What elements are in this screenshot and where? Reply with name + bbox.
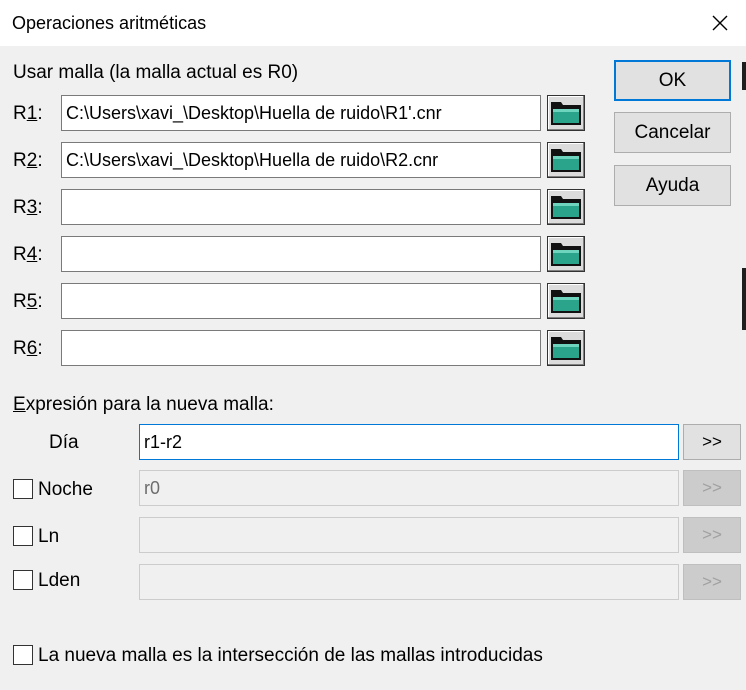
browse-button-r1[interactable] bbox=[547, 95, 585, 131]
background-window-edge bbox=[742, 62, 746, 90]
background-window-edge bbox=[742, 268, 746, 330]
close-button[interactable] bbox=[700, 6, 740, 40]
grid-path-input-r6[interactable] bbox=[61, 330, 541, 366]
grid-path-input-r5[interactable] bbox=[61, 283, 541, 319]
ln-label: Ln bbox=[38, 526, 60, 547]
grid-path-input-r4[interactable] bbox=[61, 236, 541, 272]
dia-insert-button[interactable]: >> bbox=[683, 424, 741, 460]
lden-label: Lden bbox=[38, 570, 81, 591]
grid-label-r6: R6: bbox=[13, 338, 43, 359]
folder-icon bbox=[551, 196, 581, 219]
grid-label-r3: R3: bbox=[13, 197, 43, 218]
folder-icon bbox=[551, 102, 581, 125]
grid-label-r1: R1: bbox=[13, 103, 43, 124]
expression-section-label: Expresión para la nueva malla: bbox=[13, 394, 274, 415]
window-title: Operaciones aritméticas bbox=[12, 13, 207, 33]
browse-button-r3[interactable] bbox=[547, 189, 585, 225]
lden-expression-input[interactable] bbox=[139, 564, 679, 600]
ok-button[interactable]: OK bbox=[614, 60, 731, 101]
browse-button-r4[interactable] bbox=[547, 236, 585, 272]
noche-checkbox[interactable] bbox=[13, 479, 33, 499]
dia-label: Día bbox=[49, 432, 79, 453]
ln-expression-input[interactable] bbox=[139, 517, 679, 553]
close-icon bbox=[712, 15, 728, 31]
dia-expression-input[interactable]: r1-r2 bbox=[139, 424, 679, 460]
ln-checkbox[interactable] bbox=[13, 526, 33, 546]
noche-expression-input[interactable]: r0 bbox=[139, 470, 679, 506]
grid-path-input-r2[interactable]: C:\Users\xavi_\Desktop\Huella de ruido\R… bbox=[61, 142, 541, 178]
folder-icon bbox=[551, 149, 581, 172]
folder-icon bbox=[551, 337, 581, 360]
grid-label-r5: R5: bbox=[13, 291, 43, 312]
grid-path-input-r3[interactable] bbox=[61, 189, 541, 225]
cancel-button[interactable]: Cancelar bbox=[614, 112, 731, 153]
noche-label: Noche bbox=[38, 479, 93, 500]
title-bar: Operaciones aritméticas bbox=[0, 0, 746, 46]
help-button[interactable]: Ayuda bbox=[614, 165, 731, 206]
folder-icon bbox=[551, 290, 581, 313]
lden-insert-button[interactable]: >> bbox=[683, 564, 741, 600]
ln-insert-button[interactable]: >> bbox=[683, 517, 741, 553]
grid-path-input-r1[interactable]: C:\Users\xavi_\Desktop\Huella de ruido\R… bbox=[61, 95, 541, 131]
grid-label-r4: R4: bbox=[13, 244, 43, 265]
intersection-checkbox[interactable] bbox=[13, 645, 33, 665]
browse-button-r6[interactable] bbox=[547, 330, 585, 366]
grid-label-r2: R2: bbox=[13, 150, 43, 171]
noche-insert-button[interactable]: >> bbox=[683, 470, 741, 506]
grids-section-label: Usar malla (la malla actual es R0) bbox=[13, 62, 299, 83]
lden-checkbox[interactable] bbox=[13, 570, 33, 590]
intersection-label: La nueva malla es la intersección de las… bbox=[38, 645, 543, 666]
folder-icon bbox=[551, 243, 581, 266]
browse-button-r5[interactable] bbox=[547, 283, 585, 319]
browse-button-r2[interactable] bbox=[547, 142, 585, 178]
